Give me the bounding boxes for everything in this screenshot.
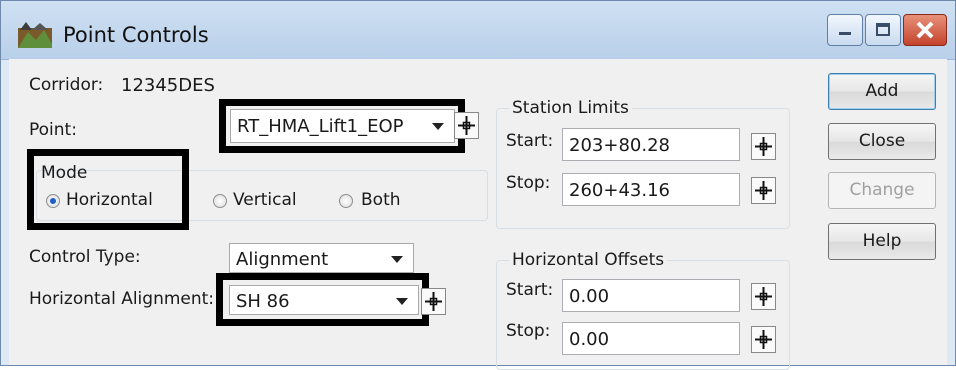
- radio-both-label: Both: [361, 190, 401, 210]
- control-type-dropdown[interactable]: Alignment: [229, 243, 414, 273]
- control-type-value: Alignment: [236, 249, 329, 270]
- minimize-button[interactable]: [827, 14, 863, 46]
- station-stop-input[interactable]: 260+43.16: [562, 173, 740, 206]
- crosshair-icon: [458, 116, 475, 135]
- offset-stop-pick-button[interactable]: [751, 326, 776, 353]
- horizontal-offsets-title: Horizontal Offsets: [509, 250, 668, 270]
- highlight-box-alignment: [216, 273, 429, 326]
- close-icon: [916, 21, 934, 39]
- title-bar[interactable]: Point Controls: [1, 1, 955, 60]
- radio-vertical-label: Vertical: [233, 190, 297, 210]
- alignment-pick-button[interactable]: [421, 288, 446, 315]
- close-window-button[interactable]: [903, 14, 947, 46]
- corridor-label: Corridor:: [29, 75, 104, 95]
- station-start-pick-button[interactable]: [751, 133, 776, 160]
- station-stop-pick-button[interactable]: [751, 177, 776, 204]
- point-pick-button[interactable]: [454, 112, 479, 139]
- add-button[interactable]: Add: [828, 73, 936, 110]
- crosshair-icon: [755, 330, 772, 349]
- maximize-button[interactable]: [865, 14, 901, 46]
- radio-horizontal[interactable]: [46, 194, 60, 208]
- radio-both[interactable]: [339, 194, 353, 208]
- radio-vertical[interactable]: [213, 194, 227, 208]
- minimize-icon: [839, 32, 851, 35]
- offset-stop-label: Stop:: [506, 321, 551, 341]
- offset-start-label: Start:: [506, 280, 554, 300]
- mode-group-title: Mode: [41, 163, 88, 183]
- microstation-terrain-icon: [18, 22, 52, 48]
- highlight-box-point: [219, 99, 465, 153]
- station-limits-title: Station Limits: [509, 98, 632, 118]
- station-start-input[interactable]: 203+80.28: [562, 128, 740, 161]
- crosshair-icon: [425, 292, 442, 311]
- chevron-down-icon: [391, 256, 403, 263]
- radio-horizontal-label: Horizontal: [66, 190, 153, 210]
- control-type-label: Control Type:: [29, 247, 141, 267]
- crosshair-icon: [755, 181, 772, 200]
- station-stop-label: Stop:: [506, 173, 551, 193]
- window-title: Point Controls: [63, 23, 209, 47]
- corridor-value: 12345DES: [121, 75, 215, 96]
- help-button[interactable]: Help: [828, 223, 936, 260]
- close-button[interactable]: Close: [828, 123, 936, 160]
- offset-stop-input[interactable]: 0.00: [562, 322, 740, 355]
- offset-start-pick-button[interactable]: [751, 283, 776, 310]
- station-start-label: Start:: [506, 131, 554, 151]
- point-controls-window: Point Controls Corridor: 12345DES Point:…: [0, 0, 956, 370]
- crosshair-icon: [755, 137, 772, 156]
- horizontal-alignment-label: Horizontal Alignment:: [29, 289, 215, 309]
- change-button[interactable]: Change: [828, 172, 936, 209]
- dialog-body: Corridor: 12345DES Point: RT_HMA_Lift1_E…: [9, 59, 947, 370]
- point-label: Point:: [29, 120, 77, 140]
- crosshair-icon: [755, 287, 772, 306]
- station-limits-group: [496, 108, 790, 229]
- offset-start-input[interactable]: 0.00: [562, 279, 740, 312]
